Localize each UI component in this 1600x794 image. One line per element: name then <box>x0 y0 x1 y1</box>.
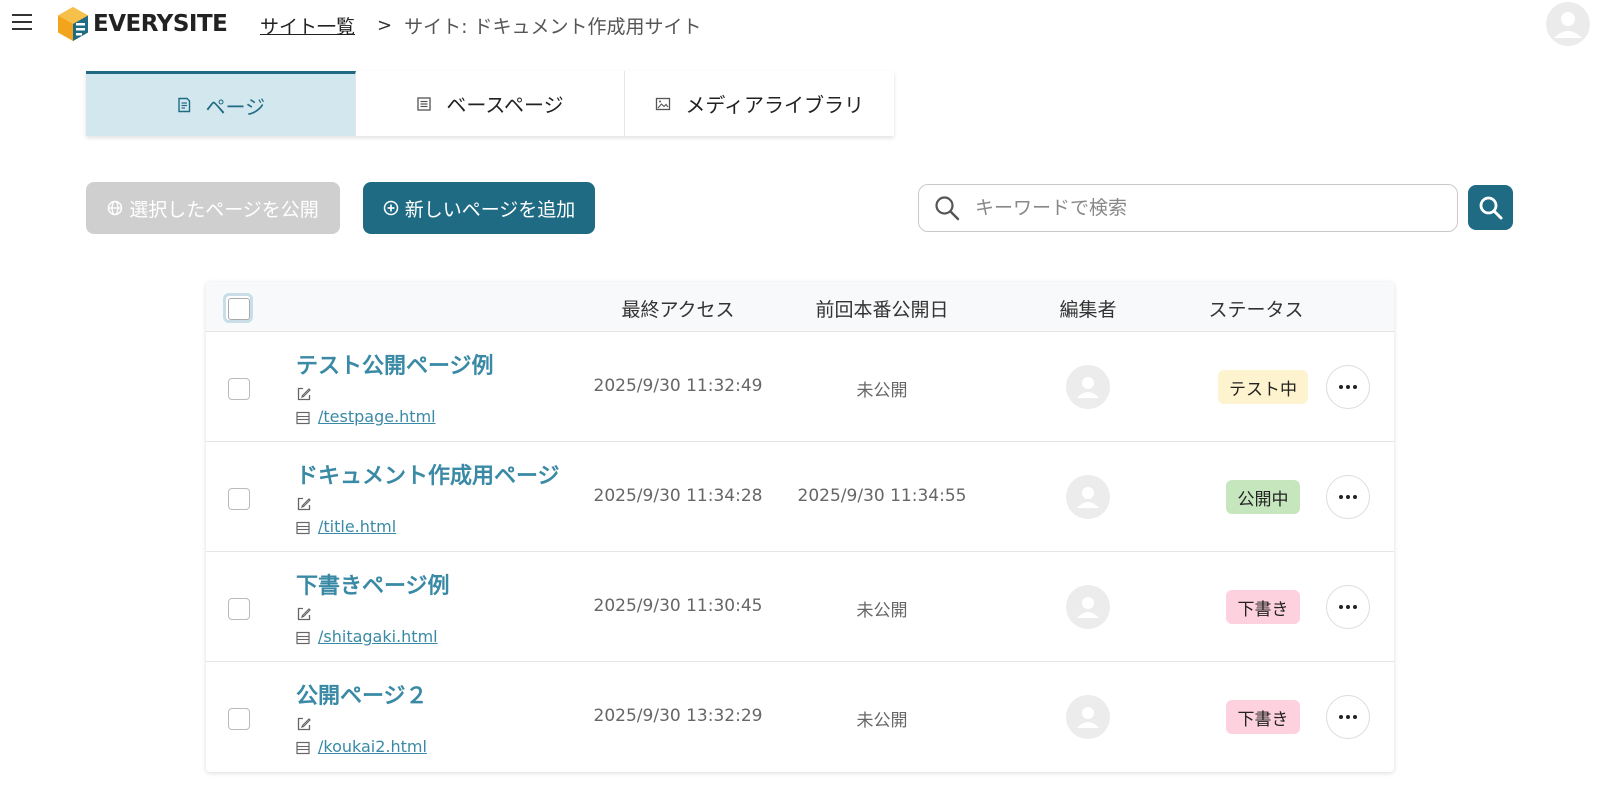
last-published-cell: 未公開 <box>856 601 908 621</box>
base-page-icon <box>296 631 310 645</box>
pages-table: 最終アクセス 前回本番公開日 編集者 ステータス テスト公開ページ例 /test… <box>206 282 1394 772</box>
column-last-access: 最終アクセス <box>621 299 735 321</box>
table-header: 最終アクセス 前回本番公開日 編集者 ステータス <box>206 282 1394 332</box>
globe-icon <box>107 200 123 216</box>
app-header: EVERYSITE サイト一覧 > サイト: ドキュメント作成用サイト <box>0 0 1600 50</box>
status-badge: 下書き <box>1226 590 1300 624</box>
search-icon <box>1479 196 1502 219</box>
last-access-cell: 2025/9/30 11:34:28 <box>593 486 763 506</box>
breadcrumb-site-list-link[interactable]: サイト一覧 <box>260 12 355 39</box>
content-tabs: ページ ベースページ メディアライブラリ <box>86 71 895 136</box>
tab-base-pages[interactable]: ベースページ <box>355 71 626 136</box>
select-all-checkbox[interactable] <box>223 293 253 323</box>
editor-avatar-icon <box>1066 475 1110 519</box>
table-row: 下書きページ例 /shitagaki.html 2025/9/30 11:30:… <box>206 552 1394 662</box>
search-icon <box>935 196 960 221</box>
add-page-button[interactable]: 新しいページを追加 <box>363 182 595 234</box>
status-badge: 公開中 <box>1226 480 1300 514</box>
last-access-cell: 2025/9/30 11:32:49 <box>593 376 763 396</box>
image-icon <box>656 97 671 110</box>
table-row: ドキュメント作成用ページ /title.html 2025/9/30 11:34… <box>206 442 1394 552</box>
last-published-cell: 未公開 <box>856 711 908 731</box>
page-path-link[interactable]: /title.html <box>318 517 396 536</box>
logo[interactable]: EVERYSITE <box>57 6 228 42</box>
edit-icon[interactable] <box>296 386 312 402</box>
status-badge: 下書き <box>1226 700 1300 734</box>
breadcrumb-separator: > <box>377 15 393 36</box>
editor-avatar-icon <box>1066 585 1110 629</box>
hamburger-menu-icon[interactable] <box>10 10 34 34</box>
page-title-link[interactable]: ドキュメント作成用ページ <box>296 458 560 490</box>
breadcrumb-current: サイト: ドキュメント作成用サイト <box>404 16 702 38</box>
page-path-link[interactable]: /testpage.html <box>318 407 436 426</box>
page-path-link[interactable]: /koukai2.html <box>318 737 427 756</box>
add-page-label: 新しいページを追加 <box>404 198 576 221</box>
row-checkbox[interactable] <box>228 598 250 620</box>
tab-pages[interactable]: ページ <box>86 71 356 136</box>
last-published-cell: 2025/9/30 11:34:55 <box>797 486 967 506</box>
more-actions-button[interactable] <box>1326 585 1370 629</box>
tab-media-library[interactable]: メディアライブラリ <box>625 71 895 136</box>
publish-selected-button[interactable]: 選択したページを公開 <box>86 182 340 234</box>
editor-avatar-icon <box>1066 695 1110 739</box>
table-row: 公開ページ２ /koukai2.html 2025/9/30 13:32:29 … <box>206 662 1394 772</box>
base-page-icon <box>296 741 310 755</box>
edit-icon[interactable] <box>296 606 312 622</box>
last-access-cell: 2025/9/30 11:30:45 <box>593 596 763 616</box>
row-checkbox[interactable] <box>228 708 250 730</box>
page-icon <box>177 97 190 113</box>
more-actions-button[interactable] <box>1326 365 1370 409</box>
page-title-link[interactable]: 下書きページ例 <box>296 568 450 600</box>
table-row: テスト公開ページ例 /testpage.html 2025/9/30 11:32… <box>206 332 1394 442</box>
tab-media-library-label: メディアライブラリ <box>685 93 864 117</box>
plus-circle-icon <box>383 200 398 216</box>
base-page-icon <box>417 96 432 111</box>
edit-icon[interactable] <box>296 716 312 732</box>
breadcrumb: サイト一覧 > サイト: ドキュメント作成用サイト <box>260 12 702 39</box>
editor-avatar-icon <box>1066 365 1110 409</box>
page-title-link[interactable]: テスト公開ページ例 <box>296 348 494 380</box>
more-actions-button[interactable] <box>1326 475 1370 519</box>
tab-pages-label: ページ <box>205 94 266 119</box>
page-path-link[interactable]: /shitagaki.html <box>318 627 438 646</box>
logo-text: EVERYSITE <box>93 11 228 37</box>
column-status: ステータス <box>1208 299 1304 321</box>
publish-selected-label: 選択したページを公開 <box>129 198 319 221</box>
last-published-cell: 未公開 <box>856 381 908 401</box>
column-last-published: 前回本番公開日 <box>815 299 949 321</box>
search-input[interactable] <box>975 197 1435 219</box>
everysite-logo-icon <box>58 7 88 41</box>
base-page-icon <box>296 521 310 535</box>
column-editor: 編集者 <box>1059 299 1117 321</box>
more-actions-button[interactable] <box>1326 695 1370 739</box>
status-badge: テスト中 <box>1218 370 1308 404</box>
edit-icon[interactable] <box>296 496 312 512</box>
row-checkbox[interactable] <box>228 488 250 510</box>
page-title-link[interactable]: 公開ページ２ <box>296 678 428 710</box>
row-checkbox[interactable] <box>228 378 250 400</box>
tab-base-pages-label: ベースページ <box>446 93 564 117</box>
search-field <box>918 184 1458 232</box>
search-button[interactable] <box>1468 185 1513 230</box>
last-access-cell: 2025/9/30 13:32:29 <box>593 706 763 726</box>
base-page-icon <box>296 411 310 425</box>
user-avatar-icon[interactable] <box>1546 2 1590 46</box>
